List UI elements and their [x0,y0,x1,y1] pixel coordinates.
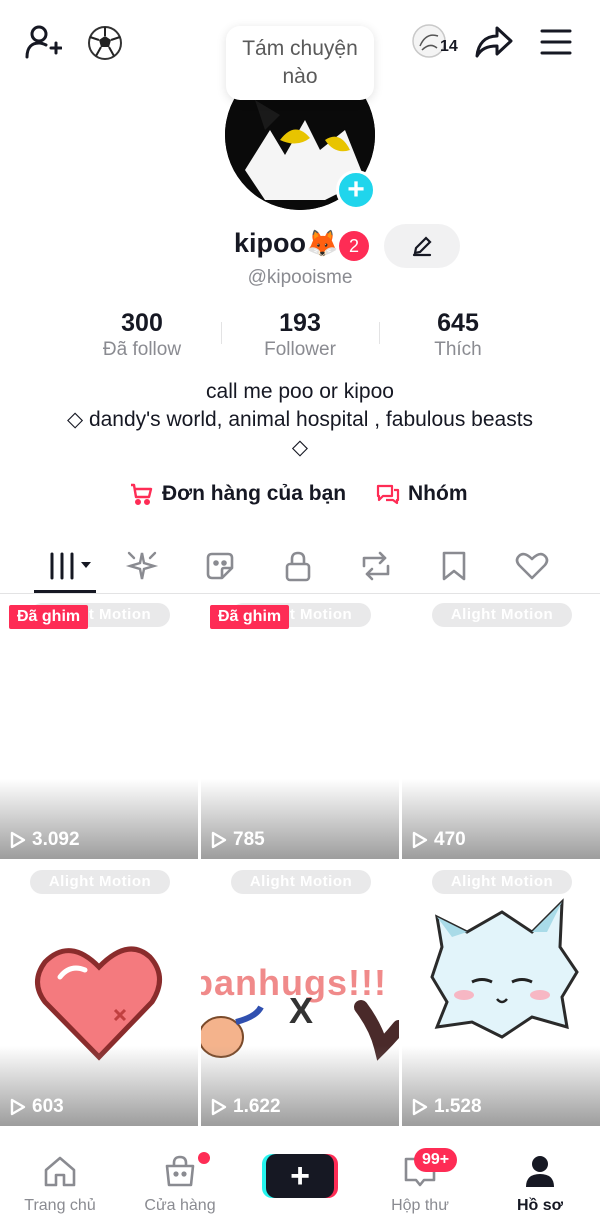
profile-bio: call me poo or kipoo ◇ dandy's world, an… [60,378,540,462]
orders-label: Đơn hàng của bạn [162,482,347,505]
watermark-label: Alight Motion [231,870,371,894]
repost-icon [362,551,390,581]
followers-label: Follower [264,339,336,360]
tab-reposts[interactable] [354,544,398,588]
fox-emoji: 🦊 [306,228,339,258]
videos-grid-icon [50,552,91,580]
video-tile[interactable]: Alight Motion panhugs!!! X 1.622 [201,862,399,1126]
lock-icon [285,551,311,582]
menu-icon[interactable] [538,24,574,60]
video-tile[interactable]: Alight Motion 603 [0,862,198,1126]
nav-inbox-label: Hộp thư [391,1197,449,1214]
watermark-label: Alight Motion [432,603,572,627]
nav-home[interactable]: Trang chủ [10,1154,110,1215]
nav-shop[interactable]: Cửa hàng [130,1154,230,1215]
likes-label: Thích [434,339,482,360]
soccer-ball-icon[interactable] [86,24,124,62]
following-label: Đã follow [102,339,182,360]
likes-count: 645 [437,309,479,337]
username: kipoo [234,228,306,258]
edit-profile-button[interactable] [384,224,460,268]
orders-link[interactable]: Đơn hàng của bạn [130,482,346,506]
play-icon [10,831,26,849]
nav-profile-label: Hồ sơ [516,1197,564,1214]
name-row: kipoo 🦊 2 [0,224,600,268]
groups-label: Nhóm [408,482,468,505]
profile-links: Đơn hàng của bạn Nhóm [0,482,600,514]
play-icon [412,1098,428,1116]
followers-stat[interactable]: 193 Follower [220,308,380,362]
view-count: 1.528 [412,1096,482,1118]
sparkle-icon [125,551,159,580]
tab-liked[interactable] [510,544,554,588]
groups-link[interactable]: Nhóm [376,482,468,506]
inbox-badge: 99+ [414,1148,458,1172]
cart-icon [131,483,153,506]
video-tile[interactable]: Alight Motion Đã ghim 3.092 [0,595,198,859]
add-story-plus-icon[interactable]: + [336,170,376,210]
video-tile[interactable]: Alight Motion 1.528 [402,862,600,1126]
content-tabs [0,540,600,594]
followers-count: 193 [279,309,321,337]
shop-notification-dot [198,1152,210,1164]
tab-videos[interactable] [42,544,96,588]
video-tile[interactable]: Alight Motion 470 [402,595,600,859]
following-stat[interactable]: 300 Đã follow [62,308,222,362]
tab-effects[interactable] [120,544,164,588]
view-count: 470 [412,829,466,851]
view-count: 785 [211,829,265,851]
bottom-navigation: Trang chủ Cửa hàng + Hộp thư 99+ Hồ sơ [0,1140,600,1222]
watermark-label: Alight Motion [30,870,170,894]
chat-tooltip[interactable]: Tám chuyện nào [226,26,374,100]
play-icon [211,1098,227,1116]
nav-shop-label: Cửa hàng [144,1197,216,1214]
following-count: 300 [121,309,163,337]
share-icon[interactable] [474,22,514,62]
profile-stats: 300 Đã follow 193 Follower 645 Thích [0,308,600,368]
view-count: 603 [10,1096,64,1118]
nav-profile[interactable]: Hồ sơ [490,1154,590,1215]
story-count: 14 [440,38,458,55]
add-friend-icon[interactable] [22,22,64,62]
video-grid: Alight Motion Đã ghim 3.092 Alight Motio… [0,595,600,1128]
bookmark-icon [442,551,466,581]
view-count: 3.092 [10,829,80,851]
play-icon [10,1098,26,1116]
active-tab-indicator [34,590,96,593]
shopping-bag-icon [165,1155,195,1187]
nav-home-label: Trang chủ [24,1197,96,1214]
view-count: 1.622 [211,1096,281,1118]
chat-group-icon [376,484,400,505]
bio-line-1: call me poo or kipoo [206,380,394,403]
pencil-icon [413,236,432,255]
play-icon [412,831,428,849]
bio-line-2: ◇ dandy's world, animal hospital , fabul… [66,408,534,459]
notification-badge[interactable]: 2 [339,231,369,261]
profile-icon [526,1156,554,1187]
likes-stat[interactable]: 645 Thích [378,308,538,362]
tab-favorites[interactable] [432,544,476,588]
heart-icon [515,552,549,580]
create-button[interactable]: + [266,1154,334,1198]
home-icon [44,1156,76,1187]
tab-private[interactable] [276,544,320,588]
tab-stickers[interactable] [198,544,242,588]
story-avatar-button[interactable]: 14 [410,22,462,62]
sticker-icon [206,552,234,580]
user-handle: @kipooisme [247,267,353,288]
pinned-badge: Đã ghim [210,605,290,629]
play-icon [211,831,227,849]
pinned-badge: Đã ghim [9,605,89,629]
video-tile[interactable]: Alight Motion Đã ghim 785 [201,595,399,859]
